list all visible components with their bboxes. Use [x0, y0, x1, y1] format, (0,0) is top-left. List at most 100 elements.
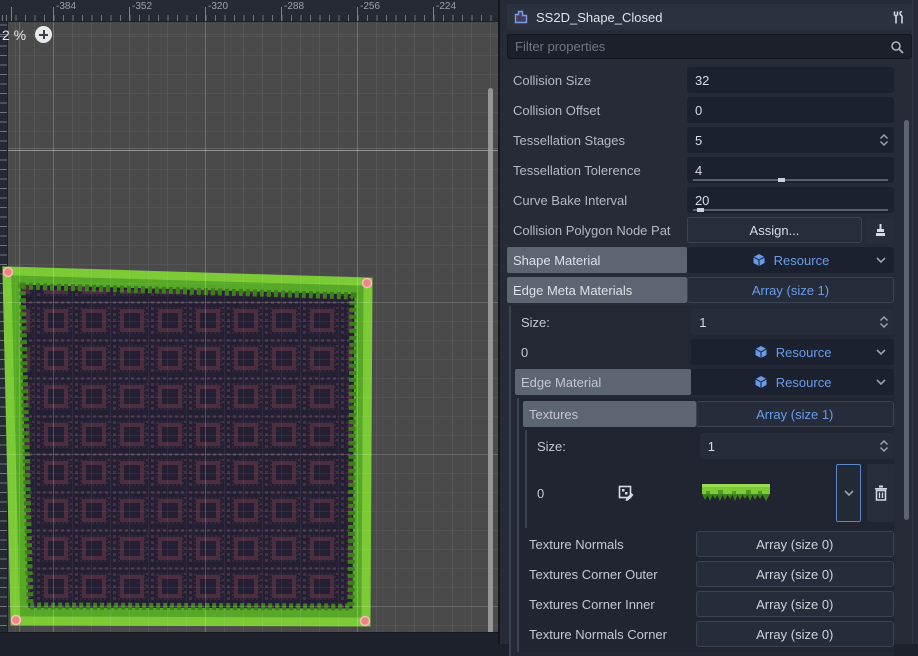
chevron-down-icon [844, 490, 854, 496]
collision-size-field[interactable]: 32 [687, 67, 894, 93]
tessellation-tolerence-field[interactable]: 4 [687, 157, 894, 183]
textures-array-section: Size: 1 0 [525, 430, 894, 528]
property-label: Size: [515, 315, 691, 330]
property-row-curve-bake-interval: Curve Bake Interval 20 [507, 186, 894, 214]
ruler-label: -384 [56, 1, 76, 12]
trash-icon [874, 485, 888, 501]
ruler-label: -320 [208, 1, 228, 12]
shape-fill [8, 272, 367, 621]
edge-material-resource-dropdown[interactable]: Resource [691, 369, 894, 395]
filter-placeholder: Filter properties [515, 39, 890, 54]
property-row-collision-polygon-node-path: Collision Polygon Node Pat Assign... [507, 216, 894, 244]
property-label-highlighted[interactable]: Textures [523, 401, 696, 427]
chevron-down-icon [876, 257, 886, 263]
inspector-title: SS2D_Shape_Closed [536, 10, 884, 25]
edge-meta-materials-array-button[interactable]: Array (size 1) [687, 277, 894, 303]
property-label: Tessellation Stages [507, 133, 687, 148]
slider-track[interactable] [693, 179, 888, 181]
array-item-index: 0 [515, 345, 691, 360]
2d-viewport[interactable]: -384 -352 -320 -288 -256 -224 2 % [0, 0, 498, 644]
delete-texture-button[interactable] [867, 464, 894, 522]
canvas-vertical-scrollbar[interactable] [488, 88, 493, 634]
property-label: Size: [531, 439, 700, 454]
property-row-edge-material: Edge Material Resource [515, 368, 894, 396]
cube-icon [754, 345, 768, 359]
property-label: Textures Corner Inner [523, 597, 696, 612]
edit-image-icon[interactable] [618, 485, 635, 502]
property-label: Collision Offset [507, 103, 687, 118]
filter-properties-input[interactable]: Filter properties [507, 34, 912, 59]
ruler-horizontal: -384 -352 -320 -288 -256 -224 [0, 0, 498, 22]
array-item-index: 0 [531, 486, 618, 501]
pick-node-button[interactable] [866, 217, 894, 243]
chevron-down-icon [876, 349, 886, 355]
zoom-percent-label: 2 % [2, 27, 26, 43]
meta-material-resource-dropdown[interactable]: Resource [691, 339, 894, 365]
updown-icon[interactable] [879, 315, 889, 329]
ruler-label: -256 [360, 1, 380, 12]
property-row-shape-material: Shape Material Resource [507, 246, 894, 274]
slider-track[interactable] [693, 209, 888, 211]
ruler-label: -288 [284, 1, 304, 12]
property-row-texture-normals: Texture Normals Array (size 0) [523, 530, 894, 558]
inspector-panel: SS2D_Shape_Closed Filter properties Coll… [498, 0, 918, 644]
cube-icon [754, 375, 768, 389]
bottom-panel-edge [0, 632, 498, 644]
zoom-in-icon[interactable] [35, 26, 52, 43]
tools-icon[interactable] [891, 10, 906, 25]
property-label: Textures Corner Outer [523, 567, 696, 582]
point-handle[interactable] [12, 616, 21, 625]
property-row-textures-corner-inner: Textures Corner Inner Array (size 0) [523, 590, 894, 618]
cube-icon [752, 253, 766, 267]
textures-corner-outer-array-button[interactable]: Array (size 0) [696, 561, 895, 587]
array-size-field[interactable]: 1 [691, 309, 894, 335]
point-handle[interactable] [363, 279, 372, 288]
array-size-row: Size: 1 [531, 432, 894, 460]
edge-meta-materials-section: Size: 1 0 [509, 306, 894, 656]
shape-material-resource-dropdown[interactable]: Resource [687, 247, 894, 273]
array-item-row: 0 Resource [515, 338, 894, 366]
canvas-area[interactable]: 2 % [8, 22, 498, 632]
point-handle[interactable] [361, 617, 370, 626]
curve-bake-interval-field[interactable]: 20 [687, 187, 894, 213]
texture-dropdown-button[interactable] [836, 464, 861, 522]
inspector-vertical-scrollbar[interactable] [904, 120, 909, 520]
shape-closed-icon [513, 9, 529, 25]
property-label-highlighted[interactable]: Edge Material [515, 369, 691, 395]
collision-offset-field[interactable]: 0 [687, 97, 894, 123]
texture-normals-corner-array-button[interactable]: Array (size 0) [696, 621, 895, 647]
edge-material-section: Textures Array (size 1) Size: 1 [517, 398, 894, 652]
point-handle[interactable] [4, 268, 13, 277]
tessellation-stages-field[interactable]: 5 [687, 127, 894, 153]
updown-icon[interactable] [879, 133, 889, 147]
shape-node[interactable] [0, 262, 383, 640]
search-icon [890, 40, 904, 54]
array-size-field[interactable]: 1 [700, 433, 894, 459]
updown-icon[interactable] [879, 439, 889, 453]
grass-texture-thumbnail[interactable] [702, 483, 770, 503]
brush-icon [874, 223, 887, 237]
property-row-collision-size: Collision Size 32 [507, 66, 894, 94]
slider-grabber[interactable] [778, 178, 785, 182]
texture-normals-array-button[interactable]: Array (size 0) [696, 531, 895, 557]
texture-item-row: 0 [531, 462, 894, 524]
property-row-collision-offset: Collision Offset 0 [507, 96, 894, 124]
property-row-tessellation-tolerence: Tessellation Tolerence 4 [507, 156, 894, 184]
textures-array-button[interactable]: Array (size 1) [696, 401, 895, 427]
textures-corner-inner-array-button[interactable]: Array (size 0) [696, 591, 895, 617]
ruler-label: -224 [436, 1, 456, 12]
panel-right-edge [912, 0, 918, 644]
property-label: Tessellation Tolerence [507, 163, 687, 178]
property-row-tessellation-stages: Tessellation Stages 5 [507, 126, 894, 154]
property-label-highlighted[interactable]: Edge Meta Materials [507, 277, 687, 303]
property-row-textures: Textures Array (size 1) [523, 400, 894, 428]
property-row-edge-meta-materials: Edge Meta Materials Array (size 1) [507, 276, 894, 304]
slider-grabber[interactable] [697, 208, 704, 212]
property-label-highlighted[interactable]: Shape Material [507, 247, 687, 273]
ruler-label: -352 [132, 1, 152, 12]
array-size-row: Size: 1 [515, 308, 894, 336]
assign-button[interactable]: Assign... [687, 217, 862, 243]
property-label: Texture Normals Corner [523, 627, 696, 642]
grid-major-line [8, 150, 498, 151]
property-row-textures-corner-outer: Textures Corner Outer Array (size 0) [523, 560, 894, 588]
